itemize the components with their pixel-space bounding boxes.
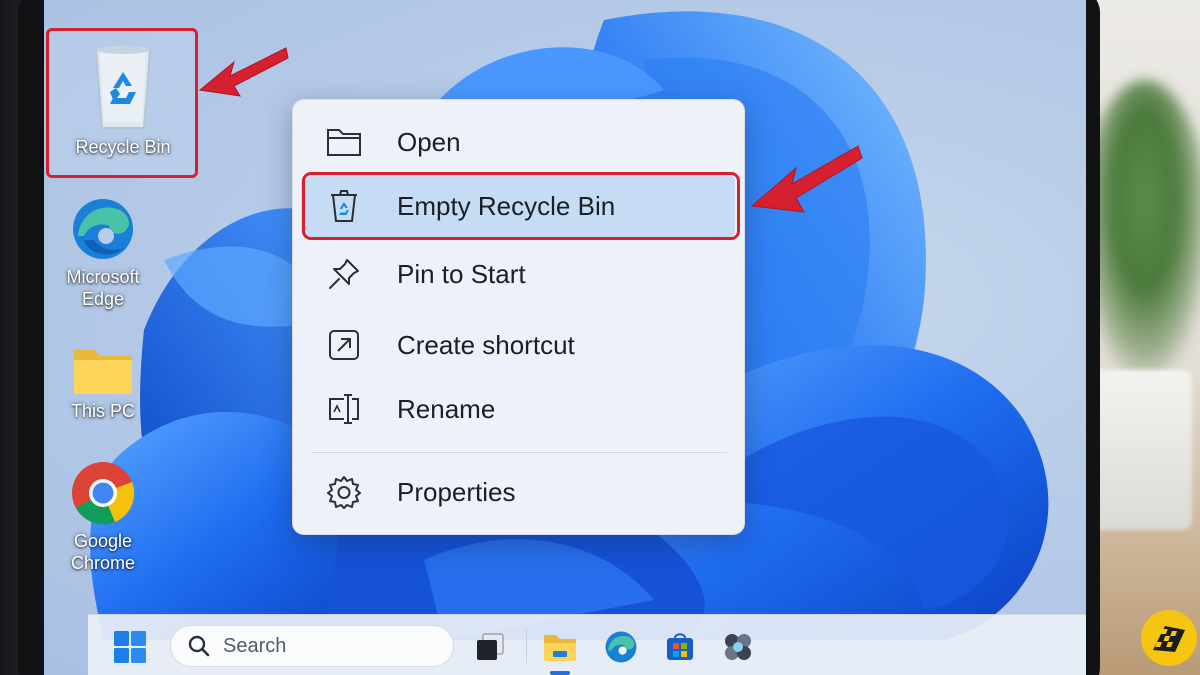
folder-icon: [327, 129, 361, 156]
annotation-arrow-empty-recycle-bin: [750, 145, 863, 213]
windows-logo-icon: [114, 631, 146, 663]
shortcut-arrow-icon: [329, 330, 359, 360]
pin-icon: [329, 259, 359, 289]
highlight-box-empty-recycle-bin: [302, 172, 740, 240]
desktop-icon-chrome[interactable]: Google Chrome: [48, 460, 158, 574]
task-view-icon: [477, 633, 504, 660]
desktop-icon-label: Google Chrome: [70, 531, 136, 573]
store-icon: [667, 633, 693, 660]
desktop-icon-recycle-bin[interactable]: Recycle Bin: [68, 42, 178, 158]
annotation-arrow-recycle-bin: [198, 47, 289, 97]
taskbar: Search: [88, 614, 1086, 675]
watermark-logo: [1141, 610, 1197, 666]
copilot-icon: [725, 634, 751, 660]
desktop-icon-edge[interactable]: Microsoft Edge: [48, 196, 158, 310]
taskbar-divider: [526, 629, 527, 663]
menu-item-open[interactable]: Open: [293, 112, 746, 172]
checkered-flag-icon: [1153, 626, 1185, 652]
gear-icon: [327, 476, 361, 509]
menu-item-rename[interactable]: Rename: [293, 379, 746, 439]
taskbar-store[interactable]: [658, 625, 702, 669]
desktop-icon-label: Recycle Bin: [75, 137, 171, 157]
menu-item-properties[interactable]: Properties: [293, 462, 746, 522]
desktop-icon-label: Microsoft Edge: [66, 267, 140, 309]
desktop-icon-this-pc[interactable]: This PC: [48, 344, 158, 422]
context-menu: Open Empty Recycle Bin Pin to Start Crea…: [292, 99, 745, 535]
recycle-bin-icon: [94, 46, 152, 129]
taskbar-copilot[interactable]: [716, 625, 760, 669]
menu-item-label: Create shortcut: [397, 329, 575, 360]
rename-icon: [329, 394, 359, 424]
search-placeholder: Search: [223, 634, 287, 657]
menu-item-label: Rename: [397, 393, 496, 424]
menu-item-label: Pin to Start: [397, 258, 526, 289]
taskbar-task-view[interactable]: [468, 625, 512, 669]
menu-item-create-shortcut[interactable]: Create shortcut: [293, 315, 746, 375]
file-explorer-icon: [544, 635, 576, 661]
menu-item-label: Open: [397, 126, 461, 157]
taskbar-search-box[interactable]: Search: [170, 625, 454, 667]
edge-icon: [605, 631, 637, 663]
chrome-icon: [72, 462, 135, 525]
search-icon: [188, 635, 210, 657]
menu-item-label: Properties: [397, 476, 516, 507]
desktop-icon-label: This PC: [70, 401, 135, 421]
menu-separator: [312, 452, 727, 453]
edge-icon: [73, 199, 133, 259]
taskbar-edge[interactable]: [599, 625, 643, 669]
folder-icon: [74, 350, 132, 394]
start-button[interactable]: [108, 625, 152, 669]
taskbar-file-explorer[interactable]: [538, 625, 582, 675]
menu-item-pin-to-start[interactable]: Pin to Start: [293, 244, 746, 304]
active-app-indicator: [550, 671, 570, 675]
